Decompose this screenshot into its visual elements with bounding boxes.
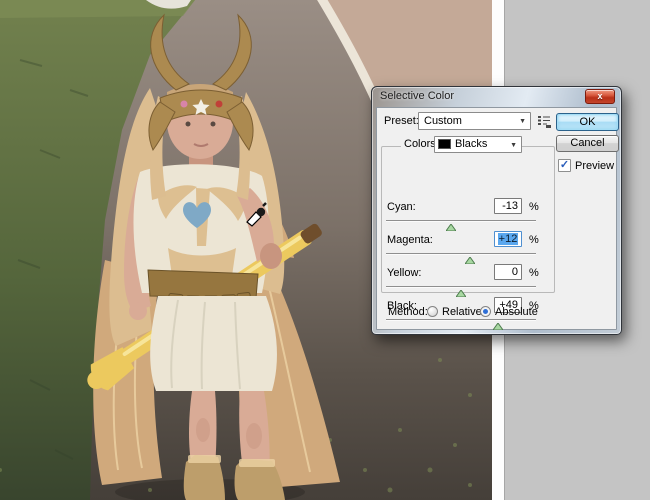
black-slider-track[interactable] xyxy=(386,319,536,321)
slider-thumb-black[interactable] xyxy=(493,321,503,328)
colors-value: Blacks xyxy=(455,138,487,150)
preview-checkbox[interactable]: ✓ xyxy=(558,159,571,172)
dialog-title: Selective Color xyxy=(380,90,454,102)
preview-label: Preview xyxy=(575,160,614,172)
check-icon: ✓ xyxy=(559,160,570,171)
slider-thumb-cyan[interactable] xyxy=(446,222,456,229)
slider-thumb-yellow[interactable] xyxy=(456,288,466,295)
method-radio-1[interactable] xyxy=(480,306,491,317)
cyan-slider-track[interactable] xyxy=(386,220,536,222)
value-box-cyan[interactable]: -13 xyxy=(494,198,522,214)
preset-options-button[interactable] xyxy=(537,115,552,128)
close-icon: x xyxy=(597,91,602,101)
chevron-down-icon: ▼ xyxy=(510,138,517,153)
method-relative-label: Relative xyxy=(442,306,482,318)
preset-menu-icon xyxy=(537,115,552,128)
cancel-button[interactable]: Cancel xyxy=(556,135,619,152)
dialog-body: Preset: Custom ▼ OK Canc xyxy=(376,107,617,330)
preset-value: Custom xyxy=(424,115,462,127)
value-box-yellow[interactable]: 0 xyxy=(494,264,522,280)
method-radio-0[interactable] xyxy=(427,306,438,317)
colors-dropdown[interactable]: Blacks ▼ xyxy=(434,136,522,153)
photoshop-workspace: Selective Color x Preset: Custom ▼ xyxy=(0,0,650,500)
yellow-slider-track[interactable] xyxy=(386,286,536,288)
blacks-color-swatch xyxy=(438,139,451,149)
value-box-magenta[interactable]: +12 xyxy=(494,231,522,247)
magenta-slider-track[interactable] xyxy=(386,253,536,255)
preset-dropdown[interactable]: Custom ▼ xyxy=(418,112,531,130)
yellow-label: Yellow: xyxy=(387,267,421,279)
dialog-titlebar[interactable]: Selective Color x xyxy=(372,87,621,107)
slider-thumb-magenta[interactable] xyxy=(465,255,475,262)
cyan-label: Cyan: xyxy=(387,201,416,213)
magenta-label: Magenta: xyxy=(387,234,433,246)
close-button[interactable]: x xyxy=(585,89,615,104)
method-absolute-label: Absolute xyxy=(495,306,538,318)
chevron-down-icon: ▼ xyxy=(519,114,526,130)
ok-button[interactable]: OK xyxy=(556,113,619,131)
selective-color-dialog: Selective Color x Preset: Custom ▼ xyxy=(371,86,622,335)
method-label: Method: xyxy=(388,306,428,318)
preset-label: Preset: xyxy=(384,115,419,127)
